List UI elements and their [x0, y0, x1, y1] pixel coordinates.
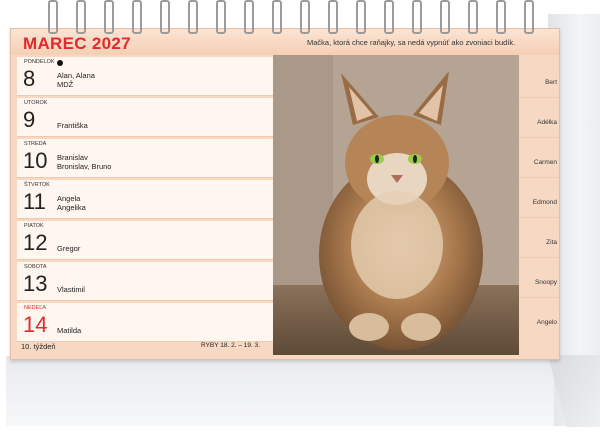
ring [272, 0, 282, 34]
day-row-wednesday: STREDA 10 Branislav Bronislav, Bruno [17, 139, 273, 178]
divider [519, 297, 559, 298]
divider [519, 257, 559, 258]
ring [496, 0, 506, 34]
day-name: STREDA [24, 141, 47, 147]
name-day-list: Gregor [57, 244, 80, 253]
cat-photo [273, 55, 519, 355]
name-day: Františka [57, 121, 88, 130]
name-day-list: Branislav Bronislav, Bruno [57, 153, 111, 171]
divider [519, 217, 559, 218]
name-day: Gregor [57, 244, 81, 253]
stand-base [6, 356, 554, 426]
day-number: 8 [23, 66, 36, 91]
name-day-right: Angelo [536, 319, 557, 326]
maine-coon-cat-image [273, 55, 519, 355]
day-row-friday: PIATOK 12 Gregor [17, 221, 273, 260]
ring [160, 0, 170, 34]
ring [76, 0, 86, 34]
ring [356, 0, 366, 34]
ring [412, 0, 422, 34]
ring [468, 0, 478, 34]
name-day-right: Snoopy [534, 279, 557, 286]
divider [519, 97, 559, 98]
day-row-saturday: SOBOTA 13 Vlastimil [17, 262, 273, 301]
name-day-right: Edmond [532, 199, 557, 206]
day-number: 12 [23, 230, 48, 255]
name-day-list: Vlastimil [57, 285, 85, 294]
zodiac-label: RYBY 18. 2. – 19. 3. [201, 342, 261, 349]
right-name-column: Bert Adélka Carmen Edmond Zita Snoopy An… [519, 57, 559, 357]
day-list: PONDELOK 8 Alan, Alana MDŽ UTOROK 9 Fran… [17, 57, 273, 344]
divider [519, 177, 559, 178]
name-day-right: Zita [546, 239, 557, 246]
month-title: MAREC 2027 [23, 34, 131, 53]
ring [524, 0, 534, 34]
name-day: Vlastimil [57, 285, 85, 294]
day-number: 11 [23, 189, 46, 214]
ring [384, 0, 394, 34]
ring [48, 0, 58, 34]
day-number: 13 [23, 271, 48, 296]
week-label: 10. týždeň [21, 342, 56, 351]
name-day-right: Bert [545, 79, 557, 86]
name-day-list: Alan, Alana MDŽ [57, 71, 95, 89]
ring [244, 0, 254, 34]
day-row-sunday: NEDEĽA 14 Matilda [17, 303, 273, 342]
day-row-thursday: ŠTVRTOK 11 Angela Angelika [17, 180, 273, 219]
name-day: Angela [57, 194, 81, 203]
ring [132, 0, 142, 34]
day-name: PIATOK [24, 223, 44, 229]
calendar-sheet: MAREC 2027 Mačka, ktorá chce raňajky, sa… [10, 28, 560, 360]
bullet-dot-icon [57, 60, 63, 66]
name-day-right: Carmen [533, 159, 557, 166]
day-number: 9 [23, 107, 36, 132]
divider [519, 137, 559, 138]
day-row-monday: PONDELOK 8 Alan, Alana MDŽ [17, 57, 273, 96]
ring [328, 0, 338, 34]
ring [300, 0, 310, 34]
name-day: Angelika [57, 203, 86, 212]
name-day: Bronislav, Bruno [57, 162, 112, 171]
day-number: 10 [23, 148, 48, 173]
name-day: Branislav [57, 153, 88, 162]
quote-text: Mačka, ktorá chce raňajky, sa nedá vypnú… [307, 38, 516, 47]
day-row-tuesday: UTOROK 9 Františka [17, 98, 273, 137]
day-number: 14 [23, 312, 48, 337]
day-name: PONDELOK [24, 59, 55, 65]
day-name: UTOROK [24, 100, 48, 106]
name-day: Alan, Alana [57, 71, 95, 80]
name-day: MDŽ [57, 80, 74, 89]
day-name: ŠTVRTOK [24, 182, 50, 188]
ring [440, 0, 450, 34]
day-name: NEDEĽA [24, 305, 47, 311]
ring [104, 0, 114, 34]
name-day-list: Františka [57, 121, 88, 130]
name-day: Matilda [57, 326, 82, 335]
ring [216, 0, 226, 34]
name-day-list: Angela Angelika [57, 194, 86, 212]
name-day-list: Matilda [57, 326, 81, 335]
day-name: SOBOTA [24, 264, 47, 270]
name-day-right: Adélka [537, 119, 557, 126]
ring [188, 0, 198, 34]
